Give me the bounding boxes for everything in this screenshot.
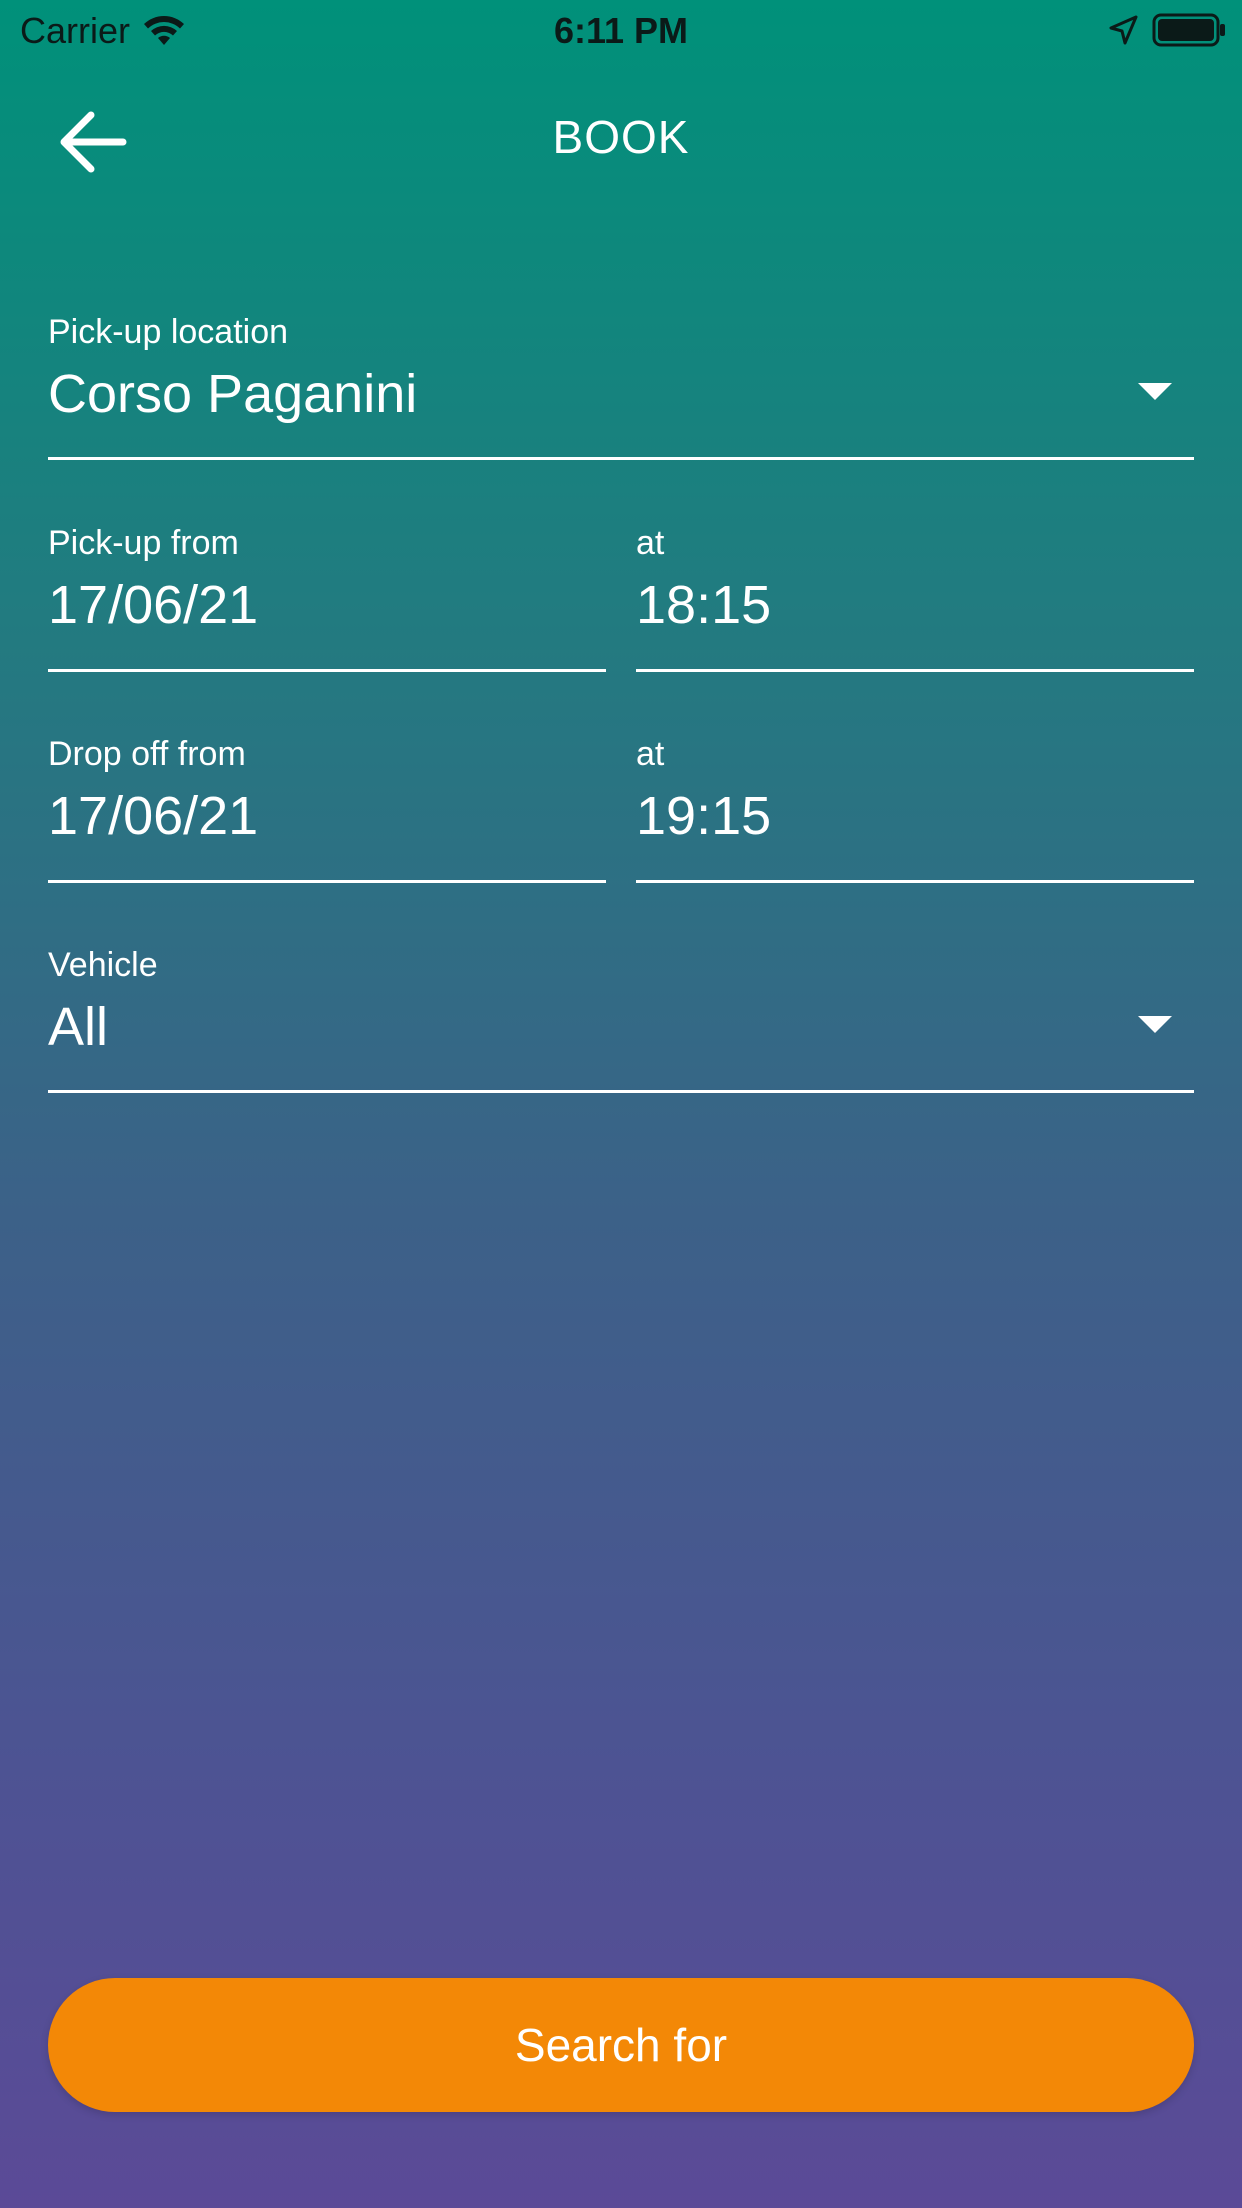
chevron-down-icon <box>1138 383 1172 400</box>
vehicle-select[interactable]: Vehicle All <box>48 946 1194 1093</box>
dropoff-date-label: Drop off from <box>48 735 246 773</box>
battery-icon <box>1152 13 1225 47</box>
pickup-time-label: at <box>636 524 665 562</box>
dropoff-time-label: at <box>636 735 665 773</box>
vehicle-value: All <box>48 997 109 1057</box>
page-title: BOOK <box>552 111 690 163</box>
dropoff-date-value: 17/06/21 <box>48 786 259 846</box>
pickup-location-select[interactable]: Pick-up location Corso Paganini <box>48 313 1194 460</box>
vehicle-label: Vehicle <box>48 946 158 984</box>
pickup-date-field[interactable]: Pick-up from 17/06/21 <box>48 524 606 672</box>
status-time: 6:11 PM <box>553 10 689 51</box>
pickup-time-field[interactable]: at 18:15 <box>636 524 1194 672</box>
book-screen: Carrier 6:11 PM BOOK Pick-up location Co… <box>0 0 1242 2208</box>
pickup-location-value: Corso Paganini <box>48 364 418 424</box>
chevron-down-icon <box>1138 1016 1172 1033</box>
pickup-location-label: Pick-up location <box>48 313 289 351</box>
search-button[interactable]: Search for <box>48 1978 1194 2112</box>
dropoff-time-value: 19:15 <box>636 786 772 846</box>
dropoff-time-field[interactable]: at 19:15 <box>636 735 1194 883</box>
status-icons <box>1108 12 1228 48</box>
app-bar: BOOK <box>0 62 1242 212</box>
search-button-label: Search for <box>514 2019 728 2071</box>
status-bar: Carrier 6:11 PM <box>0 0 1242 62</box>
pickup-date-label: Pick-up from <box>48 524 239 562</box>
pickup-time-value: 18:15 <box>636 575 772 635</box>
dropoff-date-field[interactable]: Drop off from 17/06/21 <box>48 735 606 883</box>
pickup-date-value: 17/06/21 <box>48 575 259 635</box>
location-arrow-icon <box>1109 15 1138 45</box>
